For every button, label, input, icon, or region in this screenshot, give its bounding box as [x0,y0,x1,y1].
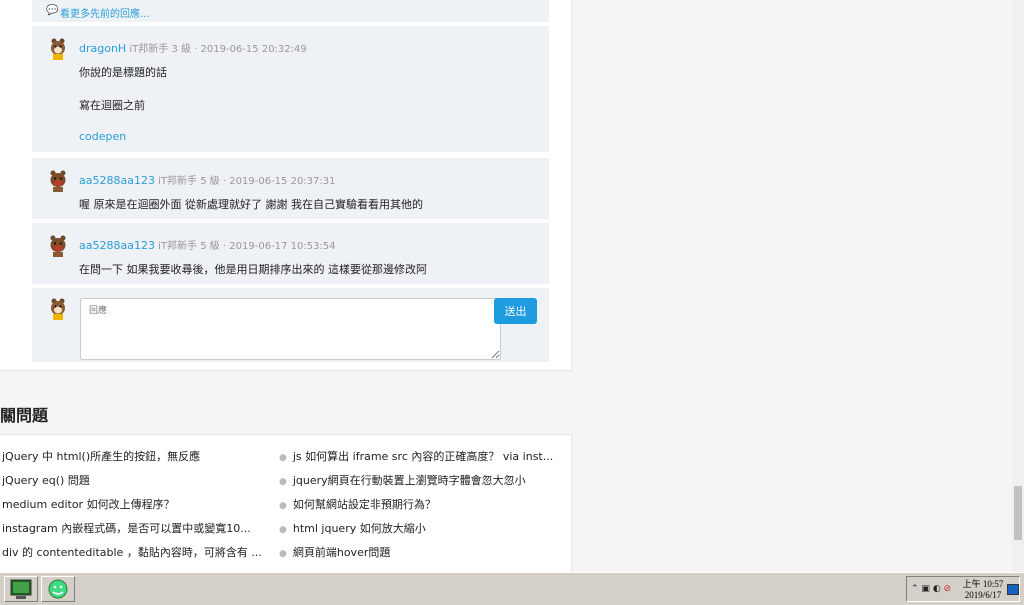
network-icon[interactable]: ▣ [921,584,930,594]
comment-rank-date: iT邦新手 5 級 · 2019-06-17 10:53:54 [158,241,336,252]
related-question-item: ● js 如何算出 iframe src 內容的正確高度？ via inst... [279,448,559,464]
avatar [51,298,65,320]
related-question-link[interactable]: 如何幫網站設定非預期行為？ [293,498,436,511]
send-button[interactable]: 送出 [494,298,537,324]
more-replies-link[interactable]: 💬 看更多先前的回應... [32,0,549,22]
related-question-item: ● 如何幫網站設定非預期行為？ [279,496,559,512]
bullet-icon: ● [279,549,287,559]
scrollbar-thumb[interactable] [1014,486,1022,540]
chevron-up-icon[interactable]: ⌃ [911,584,919,594]
reply-form: 送出 [32,288,549,362]
comment-text: 在問一下 如果我要收尋後，他是用日期排序出來的 這樣要從那邊修改阿 [79,263,427,276]
username-link[interactable]: dragonH [79,42,126,55]
comment-rank-date: iT邦新手 3 級 · 2019-06-15 20:32:49 [129,44,307,55]
comment-item: aa5288aa123 iT邦新手 5 級 · 2019-06-15 20:37… [32,158,549,219]
comment-text: 你說的是標題的話 [79,66,167,79]
related-question-item: ● html jquery 如何放大縮小 [279,520,559,536]
related-question-item: ● jquery網頁在行動裝置上瀏覽時字體會忽大忽小 [279,472,559,488]
terminal-icon [10,579,32,599]
bullet-icon: ● [279,525,287,535]
clock[interactable]: 上午 10:57 2019/6/17 [961,579,1005,601]
bullet-icon: ● [279,501,287,511]
avatar[interactable] [49,38,67,60]
taskbar-app-terminal[interactable] [4,576,38,602]
related-questions-list: jQuery 中 html()所產生的按鈕，無反應 jQuery eq() 問題… [0,434,572,573]
page-scrollbar[interactable] [1012,0,1024,572]
related-question-link[interactable]: html jquery 如何放大縮小 [293,522,426,535]
clock-time: 上午 10:57 [962,579,1004,589]
comment-item: aa5288aa123 iT邦新手 5 級 · 2019-06-17 10:53… [32,223,549,284]
related-question-link[interactable]: instagram 內嵌程式碼，是否可以置中或變寬10... [2,520,272,536]
tray-icons[interactable]: ⌃ ▣ ◐ ⊘ [911,584,951,594]
username-link[interactable]: aa5288aa123 [79,174,155,187]
avatar[interactable] [49,170,67,192]
avatar[interactable] [49,235,67,257]
codepen-link[interactable]: codepen [79,130,126,143]
comment-rank-date: iT邦新手 5 級 · 2019-06-15 20:37:31 [158,176,336,187]
taskbar-app-android[interactable] [41,576,75,602]
windows-taskbar: ⌃ ▣ ◐ ⊘ 上午 10:57 2019/6/17 [0,572,1024,605]
related-question-item: ● 網頁前端hover問題 [279,544,559,560]
related-questions-heading: 關問題 [0,406,49,425]
username-link[interactable]: aa5288aa123 [79,239,155,252]
comment-text: 喔 原來是在迴圈外面 從新處理就好了 謝謝 我在自己實驗看看用其他的 [79,198,423,211]
security-icon[interactable]: ⊘ [944,584,952,594]
comment-thread: 💬 看更多先前的回應... dragonH iT邦新手 3 級 · 2019-0… [0,0,572,371]
comment-meta: dragonH iT邦新手 3 級 · 2019-06-15 20:32:49 [79,40,307,55]
volume-icon[interactable]: ◐ [933,584,941,594]
more-replies-label[interactable]: 看更多先前的回應... [60,5,150,20]
comment-meta: aa5288aa123 iT邦新手 5 級 · 2019-06-15 20:37… [79,172,336,187]
comment-meta: aa5288aa123 iT邦新手 5 級 · 2019-06-17 10:53… [79,237,336,252]
related-question-link[interactable]: jquery網頁在行動裝置上瀏覽時字體會忽大忽小 [293,474,526,487]
comment-text: 寫在迴圈之前 [79,99,145,112]
comment-icon: 💬 [46,5,59,16]
bullet-icon: ● [279,477,287,487]
related-question-link[interactable]: 網頁前端hover問題 [293,546,391,559]
clock-date: 2019/6/17 [964,590,1002,600]
android-icon [48,579,68,599]
comment-item: dragonH iT邦新手 3 級 · 2019-06-15 20:32:49 … [32,26,549,152]
reply-input[interactable] [80,298,501,360]
system-tray: ⌃ ▣ ◐ ⊘ 上午 10:57 2019/6/17 [906,576,1020,602]
related-question-link[interactable]: jQuery 中 html()所產生的按鈕，無反應 [2,448,272,464]
related-question-link[interactable]: medium editor 如何改上傳程序？ [2,496,272,512]
bullet-icon: ● [279,453,287,463]
related-question-link[interactable]: jQuery eq() 問題 [2,472,272,488]
desktop-icon[interactable] [1007,584,1019,595]
related-question-link[interactable]: js 如何算出 iframe src 內容的正確高度？ via inst... [293,450,553,463]
related-question-link[interactable]: div 的 contenteditable ，黏貼內容時，可將含有 ... [2,544,272,560]
